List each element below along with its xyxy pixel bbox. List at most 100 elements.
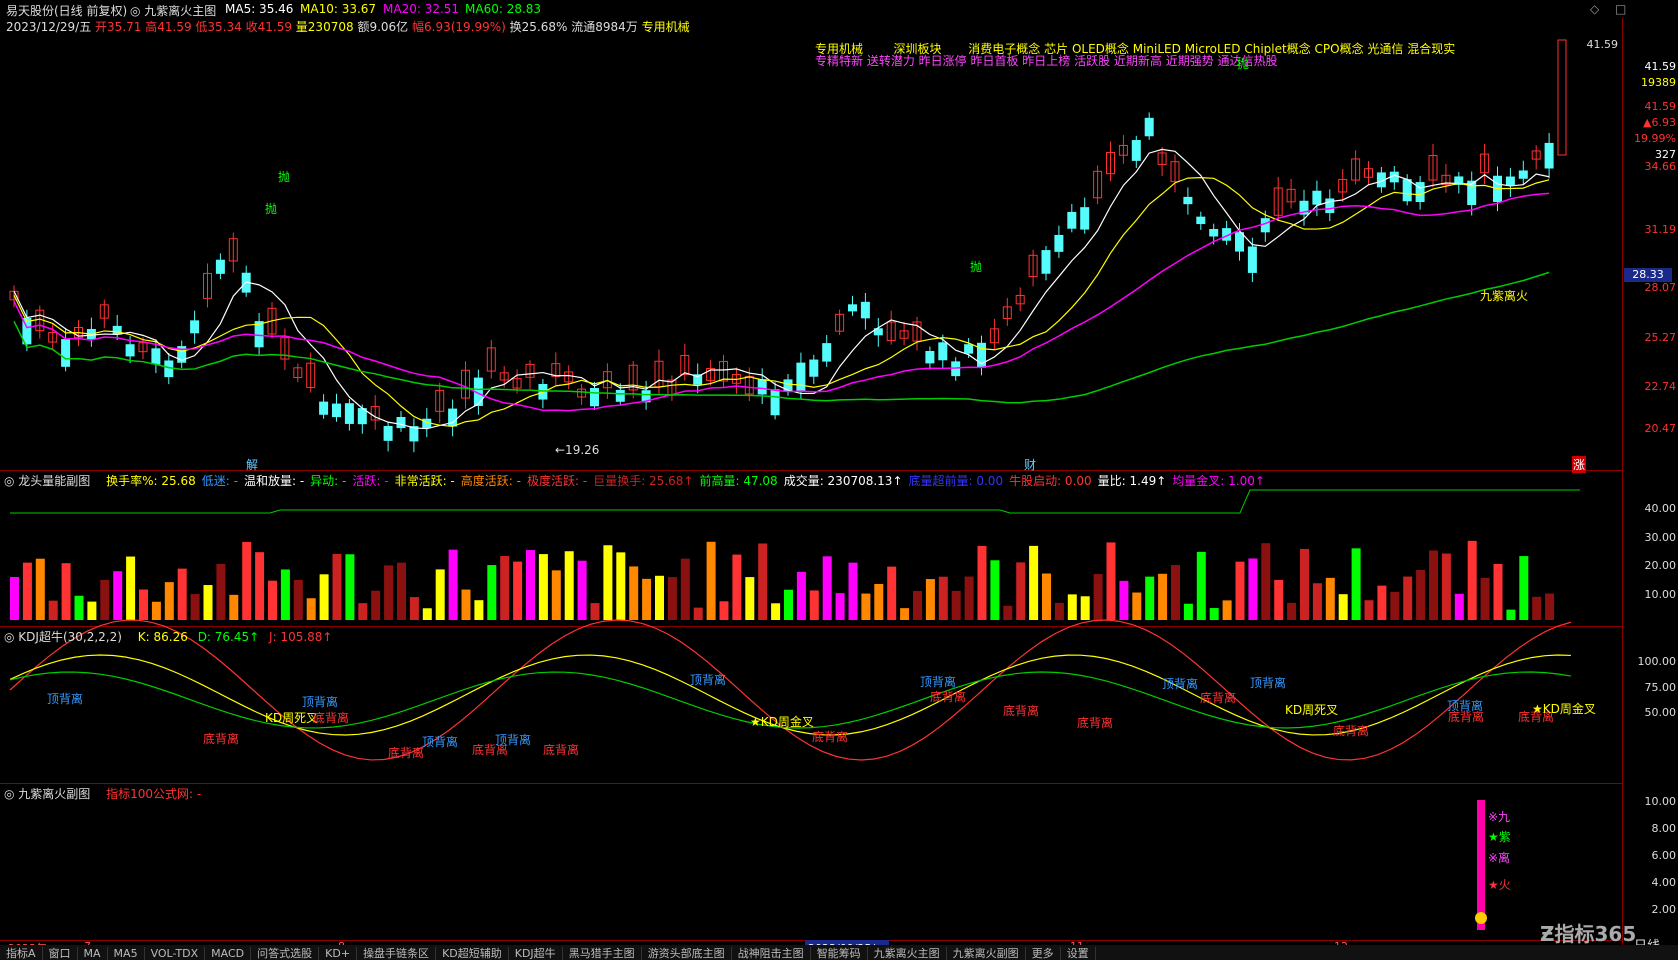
volume-bar	[487, 565, 497, 620]
indicator-tab[interactable]: 战神阻击主图	[731, 947, 811, 960]
volume-bar	[1145, 576, 1155, 620]
volume-field: 活跃: -	[352, 474, 389, 488]
indicator-tab-bar: 指标A 窗口 MA MA5 VOL-TDX MACD 问答式选股 KD+ 操盘手链条区 KD超短辅…	[0, 945, 1678, 960]
volume-bar	[280, 569, 290, 620]
volume-bar	[422, 608, 432, 620]
kline-candle	[1402, 179, 1412, 202]
volume-bar	[1042, 573, 1051, 620]
volume-bar	[680, 558, 690, 620]
kdj-axis-label: 100.00	[1637, 655, 1677, 668]
indicator-tab[interactable]: 九紫离火主图	[867, 947, 947, 960]
volume-bar	[964, 576, 974, 620]
indicator-tab[interactable]: 设置	[1060, 947, 1096, 960]
kline-candle	[215, 259, 225, 274]
kline-candle	[1209, 228, 1219, 237]
volume-bar	[1351, 548, 1361, 620]
kdj-panel-title[interactable]: ◎ KDJ超牛(30,2,2,2)	[4, 630, 128, 644]
volume-bar	[139, 589, 148, 620]
bottom-divergence-label: 底背离	[1333, 724, 1370, 738]
prev-high-volume-line	[10, 489, 1580, 514]
volume-bar	[126, 556, 136, 620]
kline-candle	[1518, 170, 1528, 179]
volume-bar	[1325, 577, 1335, 620]
kline-candle	[151, 348, 161, 365]
volume-bar	[990, 560, 1000, 620]
indicator-tab[interactable]: KD超短辅助	[436, 947, 509, 960]
volume-bar	[397, 562, 406, 620]
volume-bar	[1493, 563, 1503, 620]
indicator-tab[interactable]: KD+	[319, 947, 358, 960]
indicator-tab[interactable]: 九紫离火副图	[946, 947, 1026, 960]
indicator-tab[interactable]: 黑马猎手主图	[562, 947, 642, 960]
volume-bar	[796, 571, 806, 620]
kline-candle	[409, 426, 419, 442]
indicator-tab[interactable]: 智能筹码	[810, 947, 868, 960]
kline-candle	[860, 301, 870, 319]
volume-bar	[1377, 585, 1387, 620]
volume-bar	[874, 583, 884, 620]
indicator-tab[interactable]: KDJ超牛	[508, 947, 563, 960]
kline-candle	[848, 304, 857, 312]
volume-bar	[409, 597, 419, 620]
fire-axis-label: 2.00	[1651, 903, 1677, 916]
volume-bar	[925, 579, 935, 620]
kline-candle	[61, 339, 71, 367]
volume-bar	[1532, 596, 1542, 620]
volume-bar	[513, 561, 523, 620]
price-axis-label: 34.66	[1644, 160, 1677, 173]
volume-bar	[164, 582, 174, 620]
indicator-tab[interactable]: MA	[77, 947, 108, 960]
volume-bar	[100, 579, 110, 620]
volume-bar	[809, 590, 819, 620]
kline-candle	[1505, 176, 1515, 186]
kline-candle	[1312, 190, 1322, 205]
volume-bar	[461, 589, 471, 620]
ma20-line	[13, 192, 1550, 412]
fire-panel-field: 指标100公式网: -	[106, 787, 202, 801]
indicator-tab[interactable]: 操盘手链条区	[357, 947, 437, 960]
volume-bar	[1390, 591, 1400, 620]
volume-bar	[1183, 603, 1193, 620]
volume-bar	[229, 594, 239, 620]
volume-panel-title[interactable]: ◎ 龙头量能副图	[4, 474, 96, 488]
volume-bar	[1429, 550, 1438, 620]
volume-bar	[784, 589, 793, 620]
indicator-tab[interactable]: 指标A	[0, 947, 43, 960]
indicator-tab[interactable]: 更多	[1025, 947, 1061, 960]
indicator-tab[interactable]: 窗口	[42, 947, 78, 960]
kline-candle	[332, 403, 341, 418]
indicator-tab[interactable]: 游资头部底主图	[641, 947, 732, 960]
fire-dot	[1475, 912, 1487, 924]
volume-bar	[1274, 579, 1284, 620]
indicator-tab[interactable]: 问答式选股	[251, 947, 320, 960]
volume-bar	[1364, 600, 1374, 620]
cursor-price-tag: 28.33	[1624, 268, 1672, 282]
volume-bar	[435, 569, 445, 620]
price-axis-label: 19.99%	[1634, 132, 1676, 145]
volume-panel-title-text: 龙头量能副图	[18, 474, 91, 488]
kline-candle	[383, 425, 393, 441]
indicator-tab[interactable]: VOL-TDX	[144, 947, 206, 960]
price-axis-label: ▲6.93	[1643, 116, 1676, 129]
volume-bar	[1196, 551, 1206, 620]
kd-gold-cross-label: ★KD周金叉	[1532, 702, 1596, 716]
indicator-tab[interactable]: MA5	[107, 947, 145, 960]
volume-bar	[22, 562, 32, 620]
kline-candle	[925, 351, 935, 364]
kdj-panel-header: ◎ KDJ超牛(30,2,2,2) K: 86.26 D: 76.45↑ J: …	[4, 628, 338, 644]
volume-bar	[1158, 573, 1168, 620]
volume-bar	[1545, 593, 1555, 620]
fire-panel-title[interactable]: ◎ 九紫离火副图	[4, 787, 96, 801]
indicator-tab[interactable]: MACD	[205, 947, 252, 960]
kline-candle	[1260, 218, 1270, 233]
bottom-divergence-label: 底背离	[1448, 710, 1485, 724]
kdj-d-value: D: 76.45↑	[197, 630, 260, 644]
kline-candle	[964, 344, 974, 354]
volume-bar	[1403, 576, 1413, 620]
kline-candle	[796, 362, 806, 392]
volume-bar	[48, 600, 58, 620]
volume-bar	[603, 545, 613, 620]
volume-bar	[319, 574, 329, 620]
bottom-divergence-label: 底背离	[313, 711, 350, 725]
kline-candle	[1080, 207, 1090, 230]
